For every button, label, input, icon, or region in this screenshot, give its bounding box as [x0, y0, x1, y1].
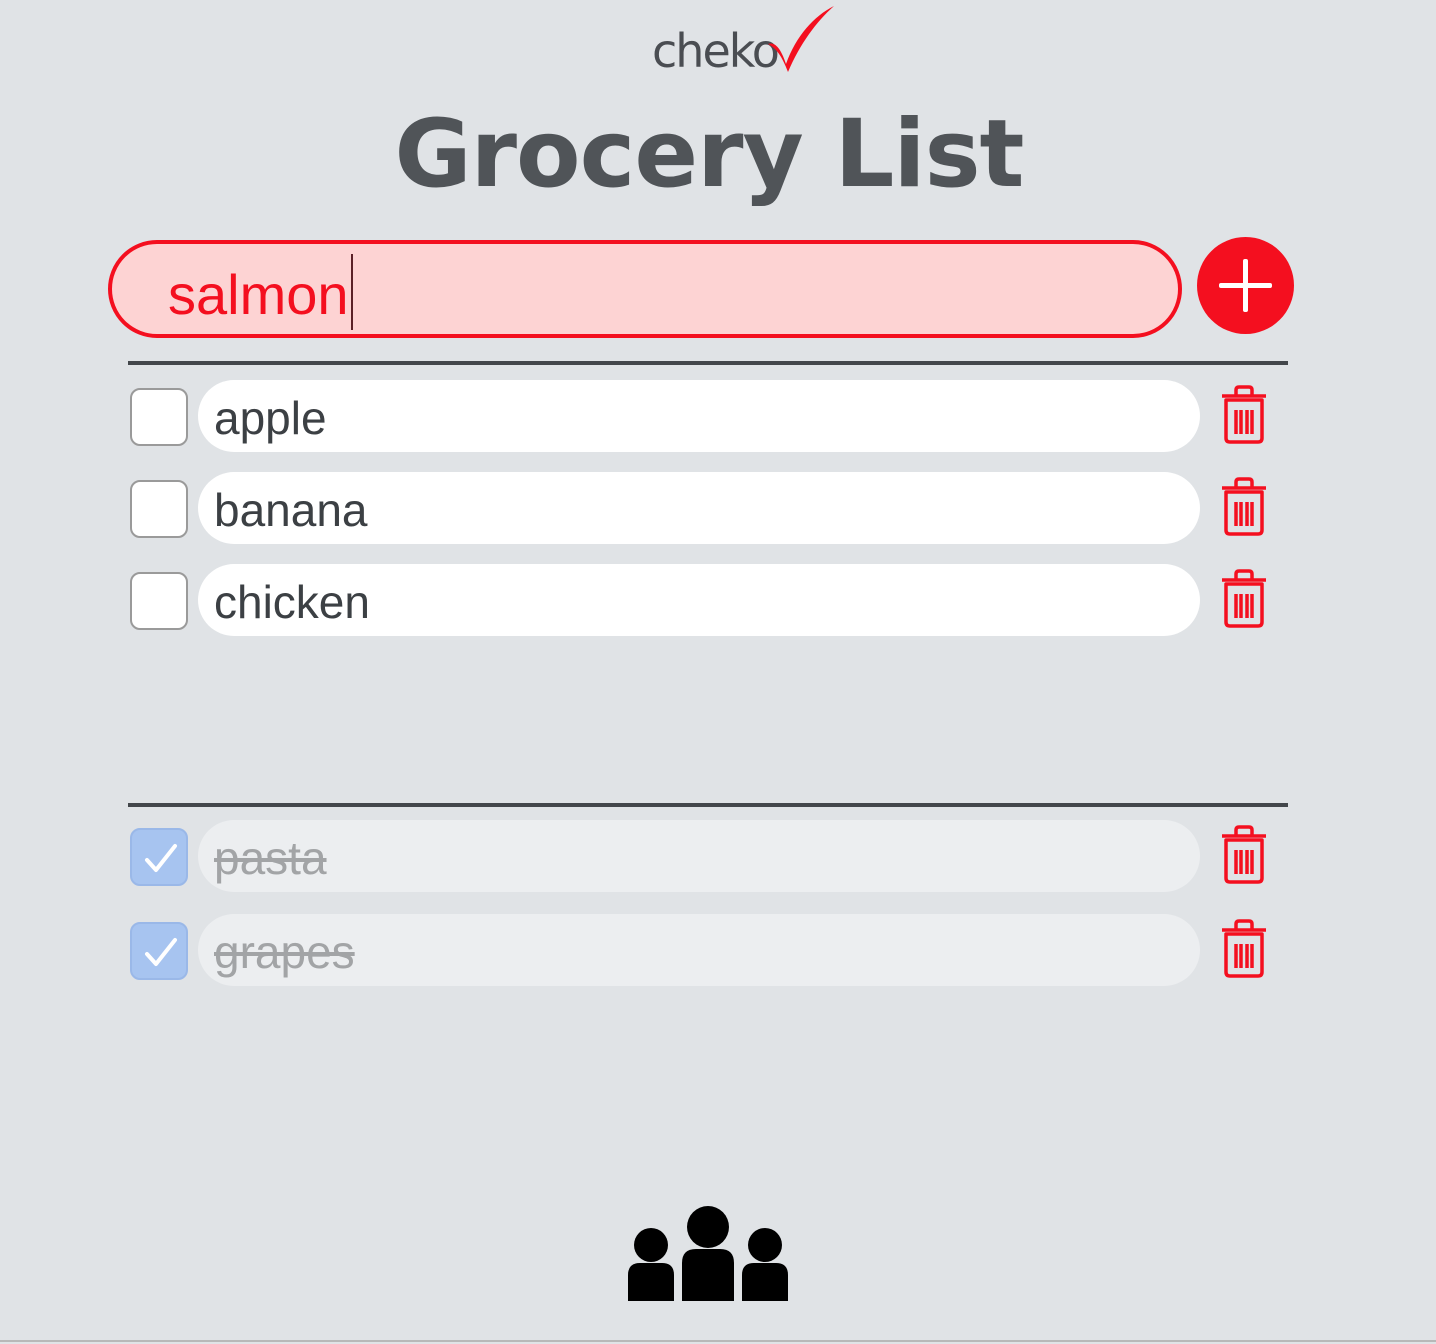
active-list-divider	[128, 361, 1288, 365]
grocery-app: cheko Grocery List salmon apple banana c…	[0, 0, 1436, 1344]
item-checkbox-checked[interactable]	[130, 828, 188, 886]
new-item-value[interactable]: salmon	[168, 262, 349, 327]
list-item: chicken	[128, 564, 1278, 636]
item-checkbox[interactable]	[130, 388, 188, 446]
item-text-field[interactable]: chicken	[198, 564, 1200, 636]
trash-icon[interactable]	[1218, 824, 1270, 884]
item-text-field[interactable]: apple	[198, 380, 1200, 452]
list-item: apple	[128, 380, 1278, 452]
item-text-field-done[interactable]: pasta	[198, 820, 1200, 892]
group-icon[interactable]	[626, 1205, 790, 1303]
checkmark-icon	[145, 938, 177, 966]
item-checkbox[interactable]	[130, 480, 188, 538]
checkmark-icon	[145, 844, 177, 872]
trash-icon[interactable]	[1218, 568, 1270, 628]
item-text-field-done[interactable]: grapes	[198, 914, 1200, 986]
trash-icon[interactable]	[1218, 476, 1270, 536]
completed-list-divider	[128, 803, 1288, 807]
trash-icon[interactable]	[1218, 384, 1270, 444]
bottom-border	[0, 1340, 1436, 1342]
item-text-field[interactable]: banana	[198, 472, 1200, 544]
list-item: banana	[128, 472, 1278, 544]
item-checkbox[interactable]	[130, 572, 188, 630]
page-title: Grocery List	[394, 100, 1025, 209]
completed-list-item: pasta	[128, 820, 1278, 892]
logo-text: cheko	[652, 24, 780, 78]
add-item-button[interactable]	[1197, 237, 1294, 334]
text-caret	[351, 254, 353, 330]
item-checkbox-checked[interactable]	[130, 922, 188, 980]
logo-check-icon	[768, 6, 834, 72]
new-item-input[interactable]: salmon	[108, 240, 1182, 338]
completed-list-item: grapes	[128, 914, 1278, 986]
trash-icon[interactable]	[1218, 918, 1270, 978]
cheko-logo: cheko	[652, 2, 852, 82]
